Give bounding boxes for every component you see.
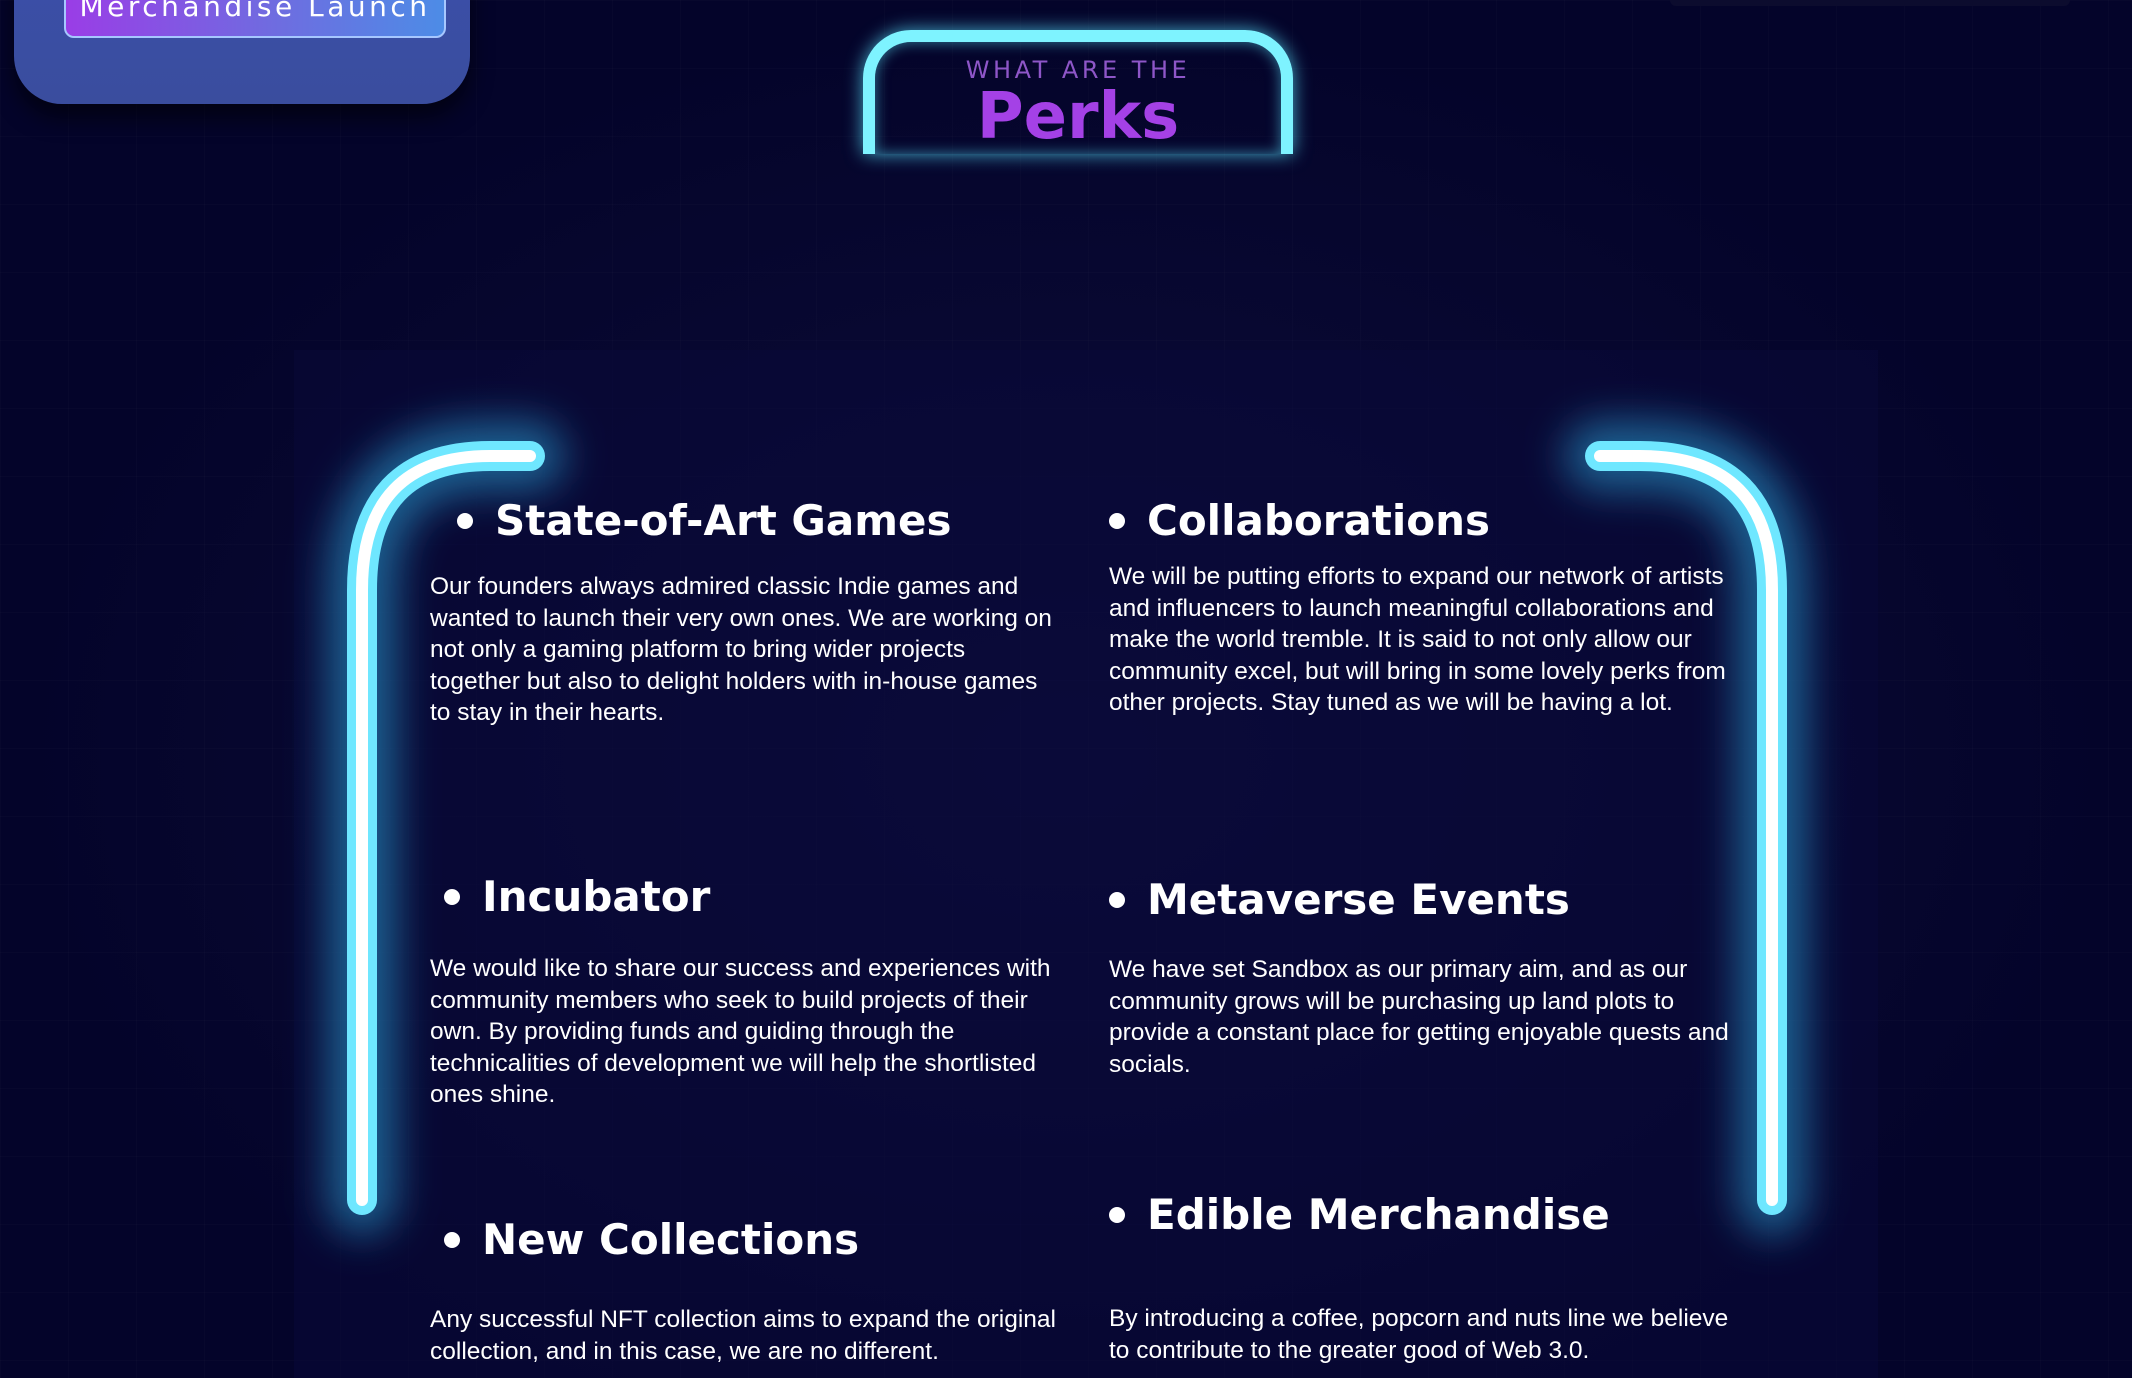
perk-metaverse-events: Metaverse Events We have set Sandbox as …: [1109, 875, 1729, 1080]
merchandise-launch-button[interactable]: Merchandise Launch: [64, 0, 446, 38]
launch-panel: Merchandise Launch: [14, 0, 470, 104]
perk-title: Incubator: [482, 872, 711, 921]
perk-description: By introducing a coffee, popcorn and nut…: [1109, 1305, 1729, 1364]
bullet-icon: [444, 888, 460, 905]
bullet-icon: [444, 1231, 460, 1248]
perk-edible-merchandise: Edible Merchandise By introducing a coff…: [1109, 1190, 1729, 1366]
perk-title: Collaborations: [1147, 496, 1491, 545]
bullet-icon: [1109, 1206, 1125, 1223]
perk-description: Any successful NFT collection aims to ex…: [430, 1306, 1056, 1365]
perk-description: Our founders always admired classic Indi…: [430, 573, 1052, 726]
bullet-icon: [1109, 512, 1125, 529]
perk-title: Edible Merchandise: [1147, 1190, 1610, 1239]
perk-title: New Collections: [482, 1215, 860, 1264]
perk-description: We have set Sandbox as our primary aim, …: [1109, 956, 1729, 1078]
perk-state-of-art-games: State-of-Art Games Our founders always a…: [430, 496, 1060, 729]
perk-new-collections: New Collections Any successful NFT colle…: [430, 1215, 1060, 1367]
perk-heading: Edible Merchandise: [1109, 1190, 1729, 1239]
perk-heading: New Collections: [444, 1215, 1060, 1264]
bullet-icon: [1109, 891, 1125, 908]
perk-heading: Incubator: [444, 872, 1060, 921]
perk-collaborations: Collaborations We will be putting effort…: [1109, 496, 1729, 719]
perk-heading: State-of-Art Games: [457, 496, 1060, 545]
section-title: Perks: [976, 80, 1180, 154]
top-right-strip: [1670, 0, 2070, 6]
perk-description: We will be putting efforts to expand our…: [1109, 563, 1726, 716]
perk-incubator: Incubator We would like to share our suc…: [430, 872, 1060, 1111]
perk-heading: Collaborations: [1109, 496, 1729, 545]
perk-title: State-of-Art Games: [495, 496, 952, 545]
bullet-icon: [457, 512, 473, 529]
perk-heading: Metaverse Events: [1109, 875, 1729, 924]
perk-title: Metaverse Events: [1147, 875, 1570, 924]
perk-description: We would like to share our success and e…: [430, 955, 1051, 1108]
